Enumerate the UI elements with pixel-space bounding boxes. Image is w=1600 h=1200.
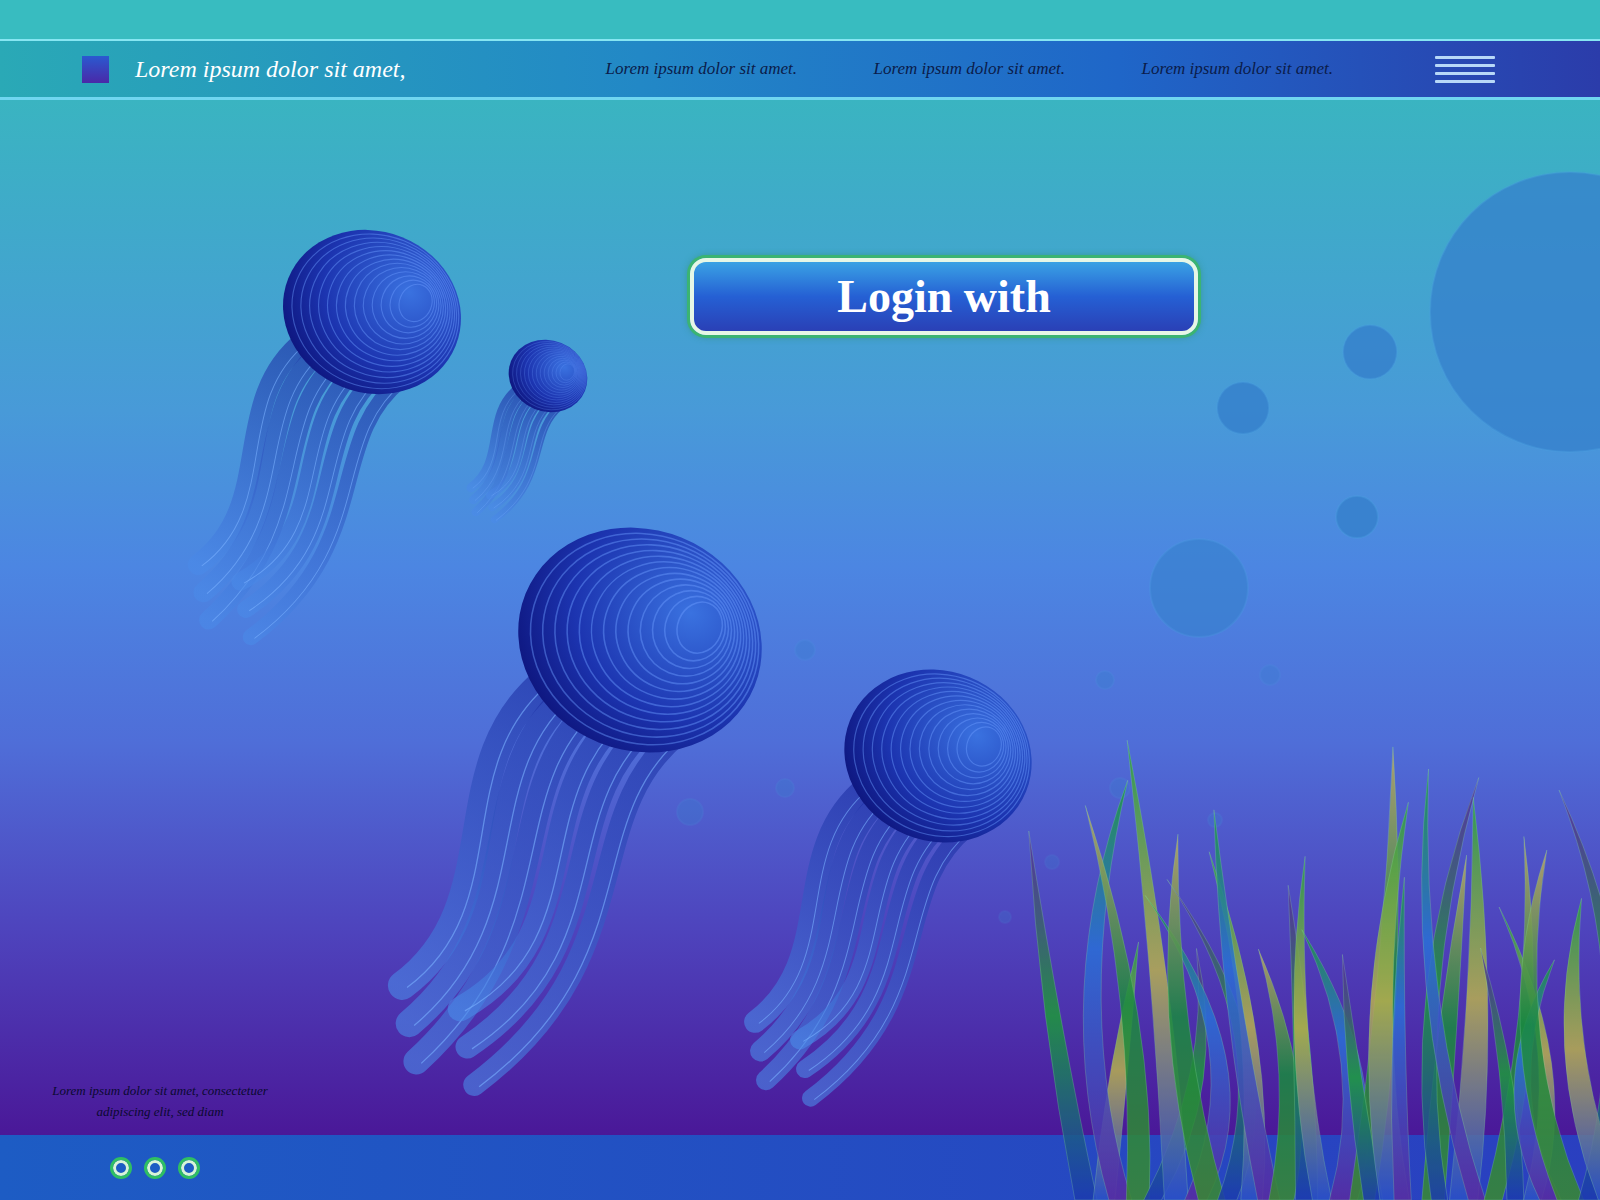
nav-link[interactable]: Lorem ipsum dolor sit amet. — [1141, 59, 1371, 79]
footer-text: Lorem ipsum dolor sit amet, consectetuer… — [40, 1081, 280, 1123]
bubble — [795, 640, 815, 660]
bubble — [1096, 671, 1114, 689]
hamburger-menu-icon[interactable] — [1435, 56, 1495, 83]
bubble — [677, 799, 703, 825]
bubble — [776, 779, 794, 797]
bubble — [1343, 325, 1397, 379]
pager-dot[interactable] — [178, 1157, 200, 1179]
pager-dot[interactable] — [110, 1157, 132, 1179]
bubble — [1260, 665, 1280, 685]
seaweed-figure — [1029, 740, 1600, 1200]
login-button[interactable]: Login with — [690, 258, 1198, 335]
bubble — [1430, 172, 1600, 452]
bubble — [1217, 382, 1269, 434]
hero-area: Login with Lorem ipsum dolor sit amet, co… — [0, 100, 1600, 1135]
jellyfish-figure — [713, 642, 1058, 1130]
logo-icon[interactable] — [82, 56, 109, 83]
bottom-bar — [0, 1135, 1600, 1200]
nav-link[interactable]: Lorem ipsum dolor sit amet. — [605, 59, 835, 79]
jellyfish-figure — [454, 328, 599, 533]
ocean-illustration — [0, 0, 1600, 1200]
logo-text[interactable]: Lorem ipsum dolor sit amet, — [135, 56, 405, 83]
bubble — [1110, 778, 1130, 798]
top-strip — [0, 0, 1600, 39]
bubble — [999, 911, 1011, 923]
bubble — [1208, 813, 1222, 827]
bubble — [1336, 496, 1378, 538]
nav-link[interactable]: Lorem ipsum dolor sit amet. — [873, 59, 1103, 79]
bubble — [1045, 855, 1059, 869]
navigation-bar: Lorem ipsum dolor sit amet, Lorem ipsum d… — [0, 39, 1600, 100]
pager-dot[interactable] — [144, 1157, 166, 1179]
nav-links: Lorem ipsum dolor sit amet. Lorem ipsum d… — [605, 59, 1371, 79]
jellyfish-figure — [158, 203, 486, 667]
bubble — [1150, 539, 1248, 637]
jellyfish-figure — [348, 491, 796, 1126]
